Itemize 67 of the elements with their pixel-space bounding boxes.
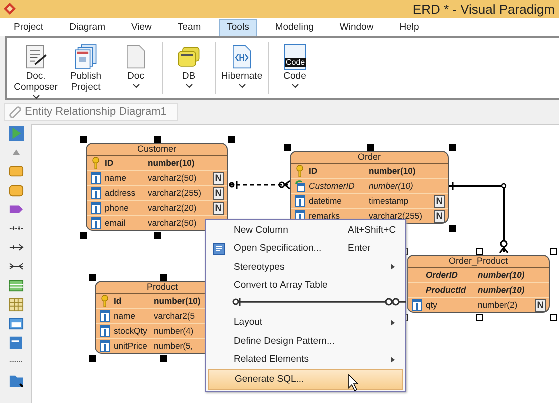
column-type: timestamp [369,195,409,208]
column-type: number(4) [154,325,194,338]
menu-tab[interactable]: Window [332,19,382,36]
column-type: varchar2(20) [148,202,197,215]
menu-tab[interactable]: Project [6,19,52,36]
column-type: number(10) [369,180,414,193]
column-name: CustomerID [309,180,355,193]
ribbon-button[interactable]: Code Code [272,42,318,91]
column-type: varchar2(255) [369,210,422,223]
column-type: number(10) [154,295,201,308]
menu-item[interactable]: Generate SQL... [208,369,403,390]
entity-name: Order [291,152,448,164]
column-name: address [105,187,136,200]
column-name: unitPrice [114,340,148,353]
column-type: varchar2(50) [148,172,197,185]
column-name: email [105,217,126,230]
menu-item[interactable]: Stereotypes [208,258,403,276]
menu-tab[interactable]: Team [170,19,210,36]
entity-table[interactable]: Order_Product OrderID number(10) ProductId number(10) qty number(2) N [407,255,550,313]
ribbon-button[interactable]: Doc. Composer [13,42,59,102]
shortcut-text: Alt+Shift+C [348,224,396,236]
column-name: ID [309,165,318,178]
entity-name: Customer [87,144,227,156]
column-type: number(10) [478,284,525,297]
nullable-badge: N [213,202,224,215]
shortcut-text: Enter [348,243,371,254]
window-title: ERD * - Visual Paradigm [412,2,555,16]
ribbon-button[interactable]: Doc [113,42,159,102]
column-name: remarks [309,210,340,223]
menu-item[interactable]: Open Specification... Enter [208,240,403,258]
diagram-name: Entity Relationship Diagram1 [25,106,167,118]
column-type: varchar2(255) [148,187,202,200]
column-name: datetime [309,195,342,208]
entity-table[interactable]: Order ID number(10) CustomerID number(10) datetime timestamp N remarks varchar2(255) N [290,151,449,224]
column-name: OrderID [426,269,458,282]
menu-tab[interactable]: Tools [219,19,258,36]
breadcrumb[interactable]: Entity Relationship Diagram1 [4,103,178,121]
column-name: name [114,310,136,323]
column-type: varchar2(50) [148,217,197,230]
column-name: ID [105,157,114,170]
menu-tab[interactable]: Modeling [267,19,322,36]
ribbon-button[interactable]: Hibernate [219,42,265,91]
column-type: number(2) [478,299,518,312]
nullable-badge: N [535,299,546,312]
nullable-badge: N [434,210,445,223]
nullable-badge: N [434,195,445,208]
column-name: ProductId [426,284,466,297]
column-type: varchar2(5 [154,310,196,323]
code-file-icon: Code [284,44,306,70]
menu-tab[interactable]: View [123,19,160,36]
column-type: number(5, [154,340,194,353]
nullable-badge: N [213,172,224,185]
column-name: stockQty [114,325,148,338]
entity-table[interactable]: Customer ID number(10) name varchar2(50) N address varchar2(255) N phone varchar2(20) N email varchar2(50) [86,143,228,231]
entity-name: Order_Product [408,256,549,268]
menu-tab[interactable]: Diagram [62,19,114,36]
column-type: number(10) [369,165,416,178]
column-type: number(10) [478,269,525,282]
ribbon-button[interactable]: DB [166,42,212,91]
column-name: Id [114,295,122,308]
column-name: name [105,172,126,185]
nullable-badge: N [213,187,224,200]
ribbon-button[interactable]: Publish Project [63,42,109,102]
menu-tab[interactable]: Help [392,19,428,36]
column-name: qty [426,299,438,312]
column-type: number(10) [148,157,195,170]
column-name: phone [105,202,129,215]
